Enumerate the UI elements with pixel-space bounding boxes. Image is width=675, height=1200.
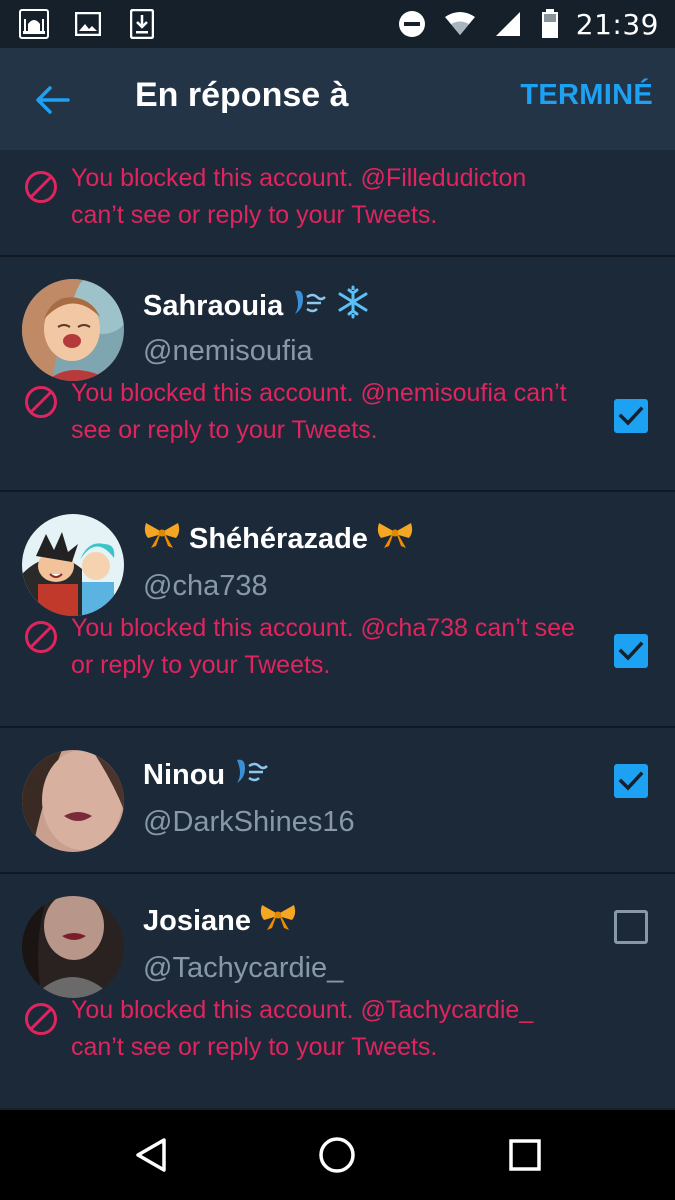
block-icon bbox=[25, 1003, 57, 1035]
ribbon-icon bbox=[143, 520, 181, 558]
nav-home-button[interactable] bbox=[317, 1135, 357, 1175]
blocked-notice: You blocked this account. @cha738 can’t … bbox=[0, 610, 675, 684]
list-item[interactable]: Ninou @DarkShines16 bbox=[0, 728, 675, 874]
user-handle: @DarkShines16 bbox=[143, 806, 355, 838]
ribbon-icon bbox=[376, 520, 414, 558]
user-handle: @nemisoufia bbox=[143, 335, 313, 367]
back-triangle-icon bbox=[136, 1138, 166, 1172]
ribbon-icon bbox=[259, 902, 297, 940]
blocked-text-line: You blocked this account. @Filledudicton bbox=[71, 164, 527, 192]
blocked-text-line: see or reply to your Tweets. bbox=[71, 416, 378, 444]
reply-checkbox[interactable] bbox=[614, 764, 648, 798]
blocked-text-line: or reply to your Tweets. bbox=[71, 651, 331, 679]
user-row[interactable]: Sahraouia @nemisoufia bbox=[0, 257, 675, 433]
clock: 21:39 bbox=[575, 7, 659, 41]
app-bar: En réponse à TERMINÉ bbox=[0, 48, 675, 150]
user-handle: @cha738 bbox=[143, 570, 268, 602]
list-item[interactable]: Josiane @Tachycardie_ You blocked this a… bbox=[0, 874, 675, 1108]
blocked-notice: You blocked this account. @Filledudicton… bbox=[0, 150, 675, 234]
avatar bbox=[22, 279, 124, 381]
wind-face-icon bbox=[233, 756, 269, 794]
blocked-notice: You blocked this account. @nemisoufia ca… bbox=[0, 375, 675, 449]
wifi-icon bbox=[444, 8, 476, 40]
reply-checkbox[interactable] bbox=[614, 910, 648, 944]
user-name-text: Shéhérazade bbox=[189, 522, 368, 555]
snowflake-icon bbox=[335, 285, 371, 327]
user-name-text: Ninou bbox=[143, 758, 226, 791]
blocked-text-line: You blocked this account. @cha738 can’t … bbox=[71, 614, 575, 642]
blocked-text-line: You blocked this account. @Tachycardie_ bbox=[71, 996, 534, 1024]
user-row[interactable]: Shéhérazade @cha738 bbox=[0, 492, 675, 668]
system-nav-bar bbox=[0, 1110, 675, 1200]
battery-icon bbox=[540, 8, 560, 40]
done-button[interactable]: TERMINÉ bbox=[520, 79, 653, 112]
nav-recents-button[interactable] bbox=[505, 1135, 545, 1175]
user-name: Shéhérazade bbox=[143, 520, 414, 558]
user-name: Ninou bbox=[143, 756, 269, 794]
blocked-notice: You blocked this account. @Tachycardie_ … bbox=[0, 992, 675, 1066]
block-icon bbox=[25, 621, 57, 653]
blocked-text-line: You blocked this account. @nemisoufia ca… bbox=[71, 379, 567, 407]
back-button[interactable] bbox=[30, 78, 74, 122]
page-title: En réponse à bbox=[135, 76, 349, 114]
avatar bbox=[22, 514, 124, 616]
arrow-left-icon bbox=[36, 86, 70, 114]
block-icon bbox=[25, 386, 57, 418]
status-bar: 21:39 bbox=[0, 0, 675, 48]
user-handle: @Tachycardie_ bbox=[143, 952, 344, 984]
user-name: Sahraouia bbox=[143, 285, 371, 327]
signal-icon bbox=[492, 8, 524, 40]
recents-square-icon bbox=[509, 1139, 541, 1171]
user-row[interactable]: Ninou @DarkShines16 bbox=[0, 728, 675, 852]
user-name-text: Josiane bbox=[143, 904, 251, 937]
block-icon bbox=[25, 171, 57, 203]
nav-back-button[interactable] bbox=[131, 1135, 171, 1175]
check-icon bbox=[618, 771, 644, 791]
avatar bbox=[22, 896, 124, 998]
mosque-app-icon bbox=[18, 8, 50, 40]
image-icon bbox=[72, 8, 104, 40]
user-name: Josiane bbox=[143, 902, 297, 940]
list-item[interactable]: Shéhérazade @cha738 You blocked this acc… bbox=[0, 492, 675, 728]
reply-to-list: You blocked this account. @Filledudicton… bbox=[0, 150, 675, 1108]
blocked-text-line: can’t see or reply to your Tweets. bbox=[71, 1033, 438, 1061]
list-item[interactable]: Sahraouia @nemisoufia You blocked this a… bbox=[0, 257, 675, 492]
wind-face-icon bbox=[291, 287, 327, 325]
blocked-text-line: can’t see or reply to your Tweets. bbox=[71, 201, 438, 229]
avatar bbox=[22, 750, 124, 852]
list-item: You blocked this account. @Filledudicton… bbox=[0, 150, 675, 257]
dnd-icon bbox=[396, 8, 428, 40]
user-name-text: Sahraouia bbox=[143, 289, 284, 322]
home-circle-icon bbox=[319, 1137, 355, 1173]
user-row[interactable]: Josiane @Tachycardie_ bbox=[0, 874, 675, 998]
download-icon bbox=[126, 8, 158, 40]
